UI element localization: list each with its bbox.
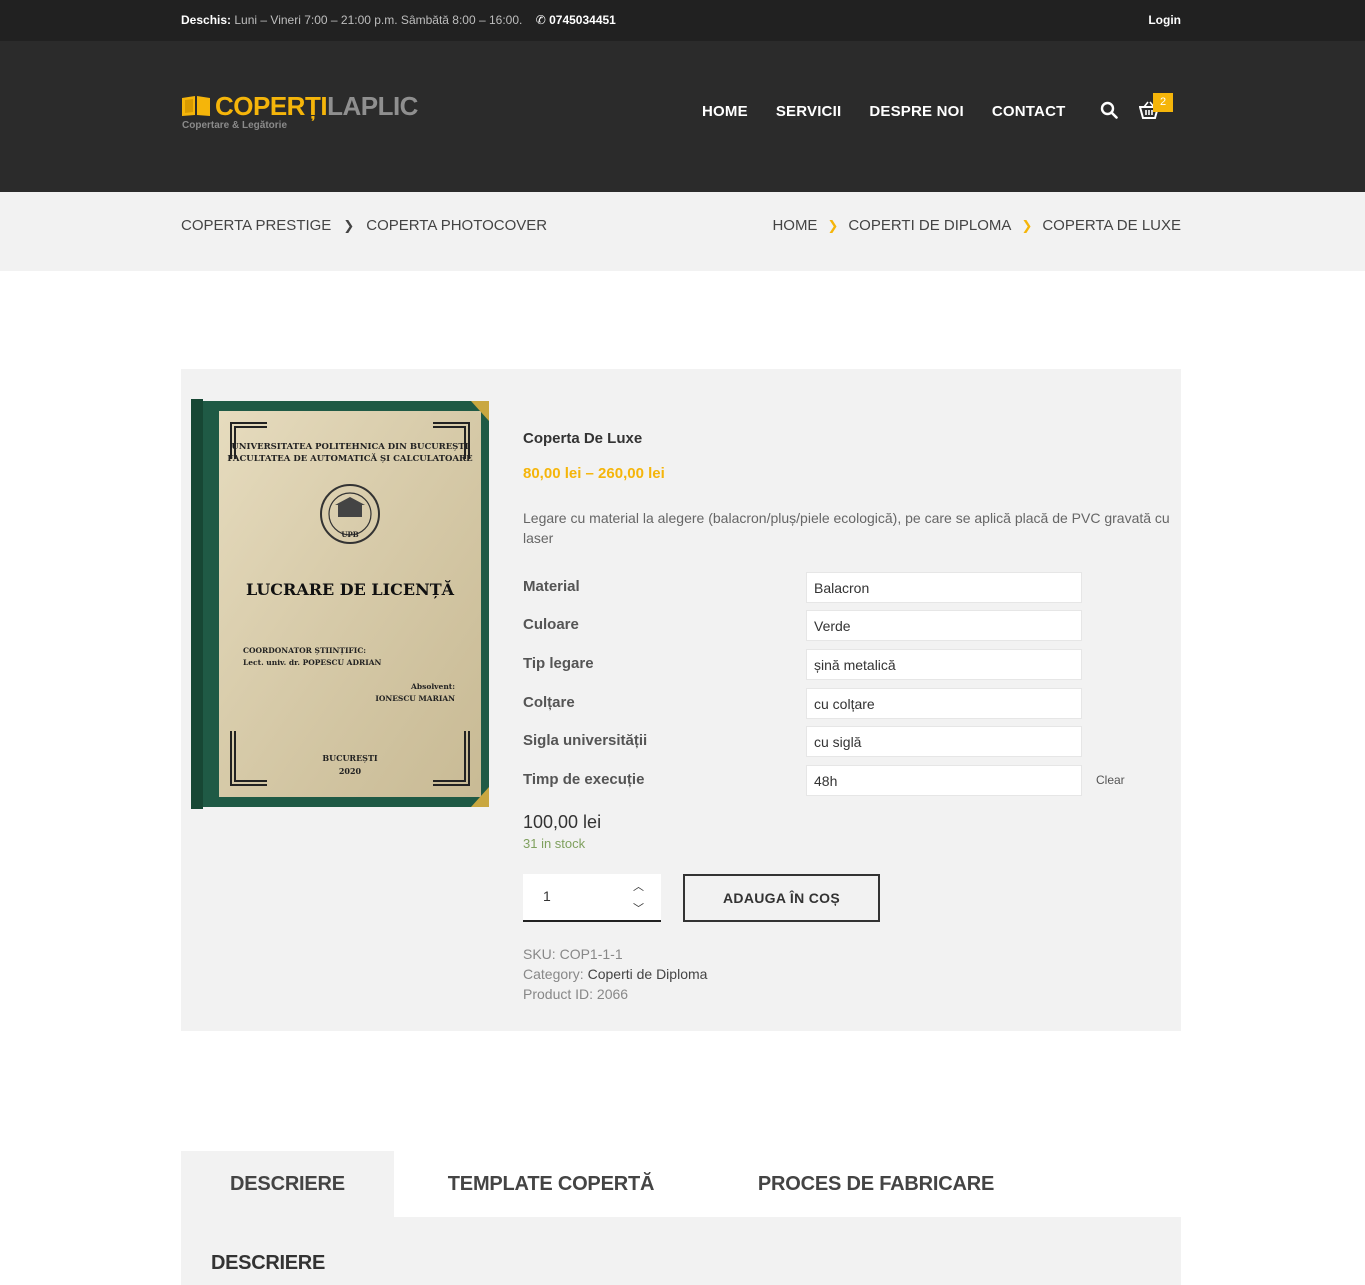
cover-coord-name: Lect. univ. dr. POPESCU ADRIAN — [243, 658, 382, 667]
price-range: 80,00 lei – 260,00 lei — [523, 465, 665, 482]
variation-label: Tip legare — [523, 655, 594, 672]
material-select[interactable]: Balacron — [806, 572, 1082, 603]
tip-legare-select[interactable]: șină metalică — [806, 649, 1082, 680]
cover-title: LUCRARE DE LICENȚĂ — [246, 579, 455, 599]
sku-line: SKU: COP1-1-1 — [523, 944, 707, 964]
cover-year: 2020 — [339, 766, 362, 776]
cover-coord-label: COORDONATOR ȘTIINȚIFIC: — [243, 646, 366, 655]
prev-product-link[interactable]: COPERTA PRESTIGE — [181, 217, 331, 234]
phone-number: 0745034451 — [549, 13, 616, 27]
variation-row-tip-legare: Tip legare șină metalică — [523, 649, 1163, 681]
tab-panel-descriere: DESCRIERE — [181, 1217, 1181, 1285]
variation-row-culoare: Culoare Verde — [523, 610, 1163, 642]
variation-row-timp-executie: Timp de execuție 48h Clear — [523, 765, 1163, 797]
tab-descriere[interactable]: DESCRIERE — [181, 1151, 394, 1217]
variation-row-coltare: Colțare cu colțare — [523, 688, 1163, 720]
product-title: Coperta De Luxe — [523, 430, 643, 447]
phone-link[interactable]: ✆ 0745034451 — [536, 13, 616, 27]
chevron-right-icon: ❯ — [827, 217, 839, 233]
cover-univ-line1: UNIVERSITATEA POLITEHNICA DIN BUCUREȘTI — [231, 442, 468, 452]
clear-variations-link[interactable]: Clear — [1096, 773, 1125, 787]
cover-seal-text: UPB — [341, 530, 358, 539]
main-nav: HOME SERVICII DESPRE NOI CONTACT — [702, 103, 1065, 120]
category-link[interactable]: Coperti de Diploma — [588, 966, 708, 982]
hours-text: Luni – Vineri 7:00 – 21:00 p.m. Sâmbătă … — [234, 13, 523, 27]
nav-contact[interactable]: CONTACT — [992, 103, 1066, 120]
product-id-label: Product ID: — [523, 986, 594, 1002]
sku-label: SKU: — [523, 946, 556, 962]
product-section: UNIVERSITATEA POLITEHNICA DIN BUCUREȘTI … — [181, 369, 1181, 1031]
cover-univ-line2: FACULTATEA DE AUTOMATICĂ ȘI CALCULATOARE — [227, 452, 473, 464]
logo-text-secondary: LAPLIC — [327, 91, 418, 121]
login-link[interactable]: Login — [1148, 13, 1181, 27]
category-label: Category: — [523, 966, 584, 982]
open-label: Deschis: — [181, 13, 232, 27]
breadcrumb-category[interactable]: COPERTI DE DIPLOMA — [848, 217, 1011, 234]
add-to-cart-button[interactable]: ADAUGA ÎN COȘ — [683, 874, 880, 922]
breadcrumb: HOME ❯ COPERTI DE DIPLOMA ❯ COPERTA DE L… — [772, 217, 1181, 234]
tab-template-coperta[interactable]: TEMPLATE COPERTĂ — [394, 1151, 708, 1217]
sku-value: COP1-1-1 — [559, 946, 623, 962]
next-product-link[interactable]: COPERTA PHOTOCOVER — [366, 217, 547, 234]
timp-executie-select[interactable]: 48h — [806, 765, 1082, 796]
variation-label: Timp de execuție — [523, 771, 645, 788]
variation-price: 100,00 lei — [523, 812, 602, 832]
cart-count-badge: 2 — [1153, 93, 1173, 112]
variation-label: Material — [523, 578, 580, 595]
phone-icon: ✆ — [535, 13, 546, 27]
short-description: Legare cu material la alegere (balacron/… — [523, 510, 1170, 546]
nav-despre-noi[interactable]: DESPRE NOI — [869, 103, 964, 120]
logo-text: COPERȚILAPLIC — [215, 91, 418, 122]
stock-status: 31 in stock — [523, 836, 586, 851]
product-navigation: COPERTA PRESTIGE ❯ COPERTA PHOTOCOVER — [181, 217, 547, 234]
opening-hours: Deschis: Luni – Vineri 7:00 – 21:00 p.m.… — [181, 13, 616, 27]
category-line: Category: Coperti de Diploma — [523, 964, 707, 984]
variation-row-sigla: Sigla universității cu siglă — [523, 726, 1163, 758]
logo-tagline: Copertare & Legătorie — [182, 120, 288, 131]
breadcrumb-bar: COPERTA PRESTIGE ❯ COPERTA PHOTOCOVER HO… — [0, 192, 1365, 271]
breadcrumb-home[interactable]: HOME — [772, 217, 817, 234]
product-tabs: DESCRIERE TEMPLATE COPERTĂ PROCES DE FAB… — [181, 1151, 1181, 1217]
quantity-input[interactable]: 1 — [543, 888, 551, 904]
variation-label: Sigla universității — [523, 732, 648, 749]
product-id-line: Product ID: 2066 — [523, 984, 707, 1004]
nav-home[interactable]: HOME — [702, 103, 748, 120]
variation-label: Culoare — [523, 616, 579, 633]
culoare-select[interactable]: Verde — [806, 610, 1082, 641]
cover-abs-label: Absolvent: — [410, 682, 455, 691]
chevron-right-icon: ❯ — [1021, 217, 1033, 233]
breadcrumb-current: COPERTA DE LUXE — [1042, 217, 1181, 234]
tab-panel-heading: DESCRIERE — [211, 1252, 325, 1274]
top-bar: Deschis: Luni – Vineri 7:00 – 21:00 p.m.… — [0, 0, 1365, 41]
quantity-stepper[interactable]: 1 ︿ ﹀ — [523, 874, 661, 922]
tab-proces-de-fabricare[interactable]: PROCES DE FABRICARE — [708, 1151, 1044, 1217]
chevron-down-icon[interactable]: ﹀ — [633, 900, 644, 916]
book-logo-icon — [182, 96, 210, 116]
variation-row-material: Material Balacron — [523, 572, 1163, 604]
cover-city: BUCUREȘTI — [322, 753, 378, 763]
product-meta: SKU: COP1-1-1 Category: Coperti de Diplo… — [523, 944, 707, 1004]
site-logo[interactable]: COPERȚILAPLIC Copertare & Legătorie — [181, 91, 418, 135]
search-icon[interactable] — [1100, 101, 1118, 119]
product-image[interactable]: UNIVERSITATEA POLITEHNICA DIN BUCUREȘTI … — [191, 399, 491, 809]
cover-abs-name: IONESCU MARIAN — [375, 694, 455, 703]
chevron-right-icon: ❯ — [343, 217, 355, 233]
logo-text-primary: COPERȚI — [215, 91, 328, 121]
product-id-value: 2066 — [596, 986, 629, 1002]
nav-servicii[interactable]: SERVICII — [776, 103, 842, 120]
chevron-up-icon[interactable]: ︿ — [633, 878, 644, 894]
main-header: COPERȚILAPLIC Copertare & Legătorie HOME… — [0, 41, 1365, 192]
sigla-select[interactable]: cu siglă — [806, 726, 1082, 757]
variation-label: Colțare — [523, 694, 575, 711]
coltare-select[interactable]: cu colțare — [806, 688, 1082, 719]
